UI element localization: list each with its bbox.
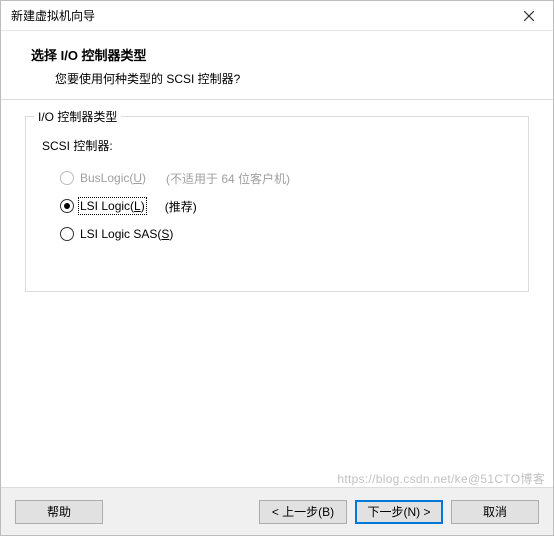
option-buslogic-note: (不适用于 64 位客户机) xyxy=(166,170,290,187)
scsi-controller-label: SCSI 控制器: xyxy=(42,137,512,154)
back-button[interactable]: < 上一步(B) xyxy=(259,500,347,524)
radio-buslogic xyxy=(60,171,74,185)
option-lsilogic-note: (推荐) xyxy=(165,198,197,215)
window-title: 新建虚拟机向导 xyxy=(11,7,509,24)
page-title: 选择 I/O 控制器类型 xyxy=(31,45,529,64)
option-buslogic-label: BusLogic(U) xyxy=(80,171,146,185)
option-lsilogicsas-label: LSI Logic SAS(S) xyxy=(80,227,173,241)
close-icon xyxy=(524,11,534,21)
wizard-content: I/O 控制器类型 SCSI 控制器: BusLogic(U) (不适用于 64… xyxy=(1,100,553,487)
wizard-footer: 帮助 < 上一步(B) 下一步(N) > 取消 xyxy=(1,487,553,535)
scsi-options: BusLogic(U) (不适用于 64 位客户机) LSI Logic(L) … xyxy=(60,164,512,248)
option-buslogic: BusLogic(U) (不适用于 64 位客户机) xyxy=(60,164,512,192)
help-button[interactable]: 帮助 xyxy=(15,500,103,524)
close-button[interactable] xyxy=(509,2,549,30)
wizard-window: 新建虚拟机向导 选择 I/O 控制器类型 您要使用何种类型的 SCSI 控制器?… xyxy=(0,0,554,536)
io-controller-group: I/O 控制器类型 SCSI 控制器: BusLogic(U) (不适用于 64… xyxy=(25,116,529,292)
radio-lsilogic[interactable] xyxy=(60,199,74,213)
next-button[interactable]: 下一步(N) > xyxy=(355,500,443,524)
group-legend: I/O 控制器类型 xyxy=(34,108,121,125)
titlebar: 新建虚拟机向导 xyxy=(1,1,553,31)
radio-lsilogicsas[interactable] xyxy=(60,227,74,241)
page-subtitle: 您要使用何种类型的 SCSI 控制器? xyxy=(55,70,529,87)
option-lsilogicsas[interactable]: LSI Logic SAS(S) xyxy=(60,220,512,248)
option-lsilogic-label: LSI Logic(L) xyxy=(80,199,145,213)
cancel-button[interactable]: 取消 xyxy=(451,500,539,524)
option-lsilogic[interactable]: LSI Logic(L) (推荐) xyxy=(60,192,512,220)
wizard-header: 选择 I/O 控制器类型 您要使用何种类型的 SCSI 控制器? xyxy=(1,31,553,100)
